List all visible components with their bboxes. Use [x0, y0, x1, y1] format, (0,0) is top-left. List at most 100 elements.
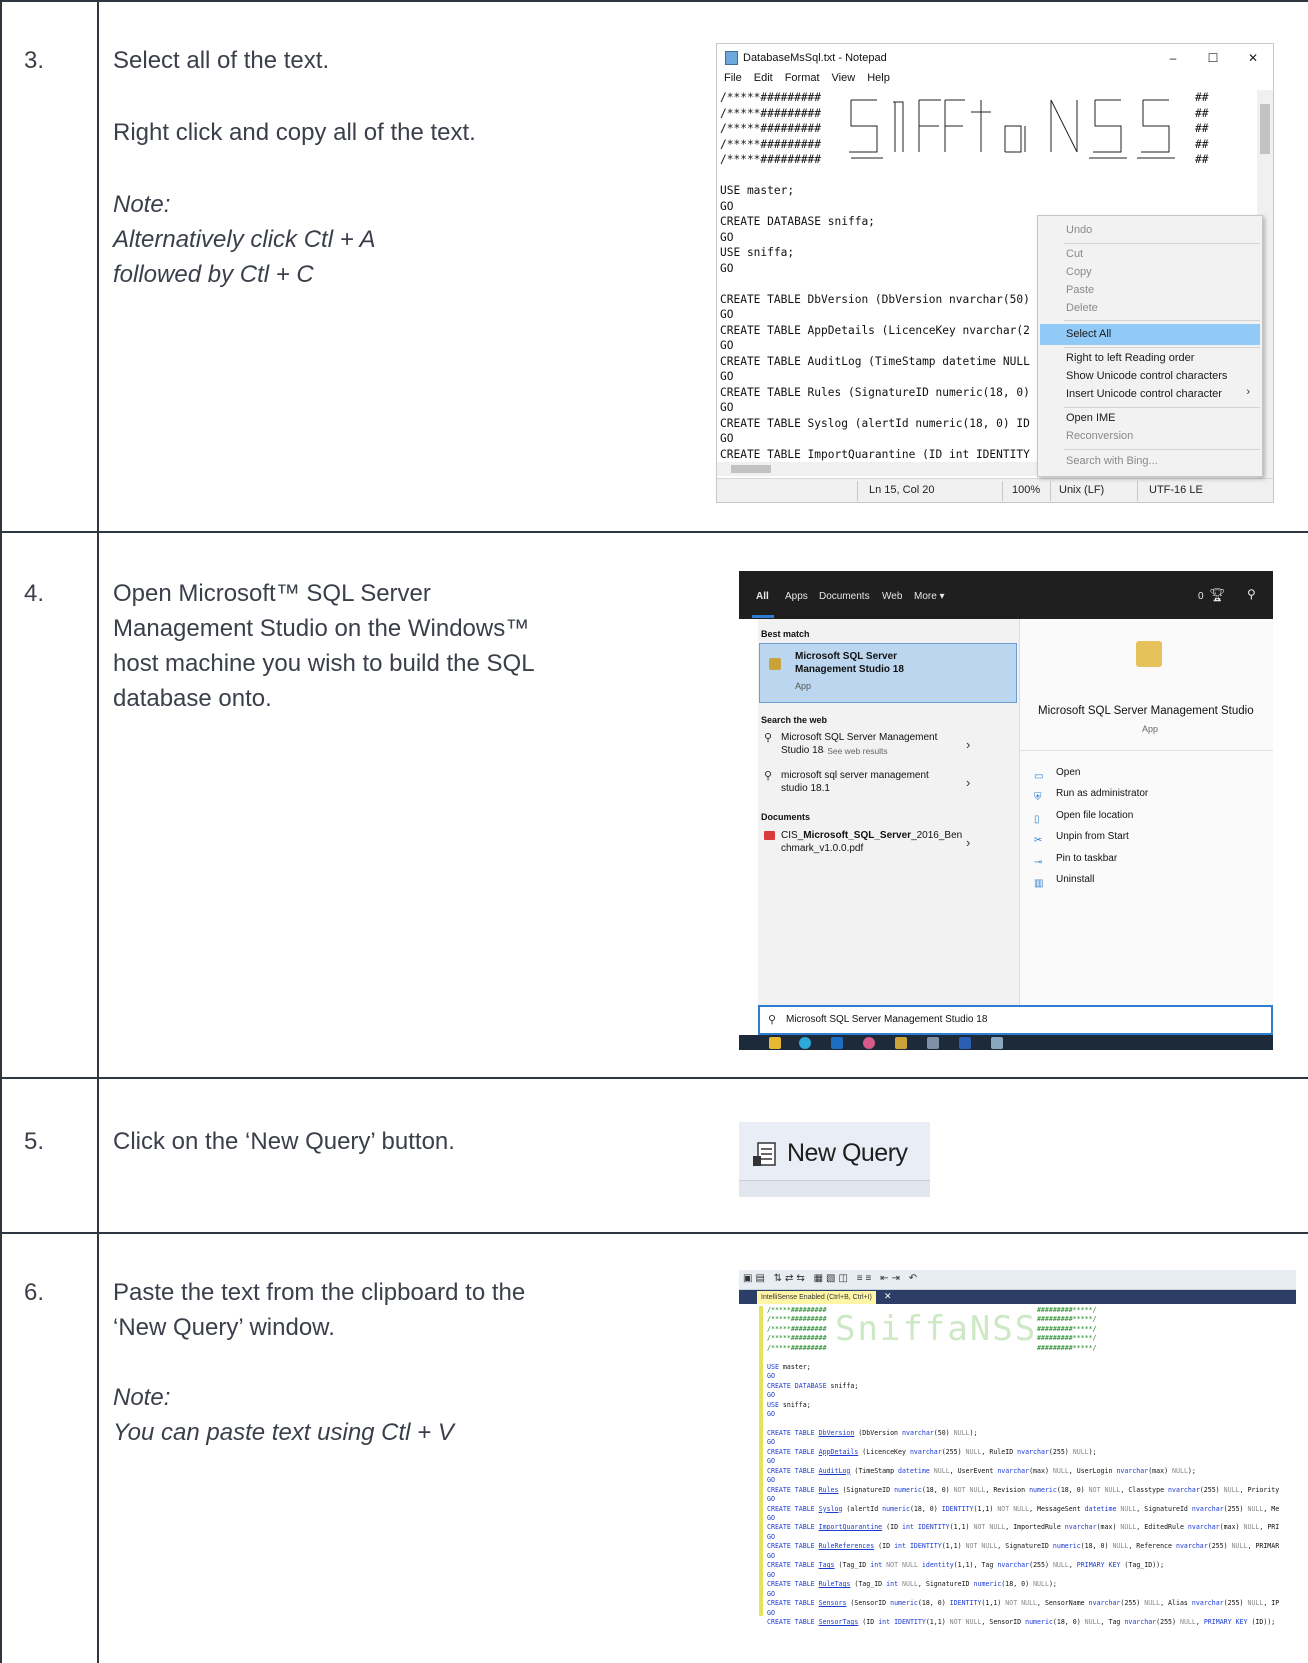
new-query-label: New Query	[787, 1139, 908, 1167]
action-label: Open	[1056, 767, 1081, 778]
context-item-search-bing[interactable]: Search with Bing...	[1066, 455, 1158, 467]
code-line: GO	[767, 1495, 775, 1504]
ascii-art-banner	[849, 99, 1175, 159]
context-item-copy[interactable]: Copy	[1066, 266, 1092, 278]
context-item-undo[interactable]: Undo	[1066, 224, 1092, 236]
best-match-title: Management Studio 18	[795, 664, 904, 675]
context-item-select-all[interactable]: Select All	[1066, 328, 1111, 340]
zoom-level: 100%	[1012, 484, 1041, 496]
trophy-icon[interactable]: 🏆︎	[1209, 587, 1226, 603]
query-editor[interactable]: /*****######### #########*****//*****###…	[767, 1306, 1279, 1627]
search-results-list: Best match Microsoft SQL Server Manageme…	[758, 619, 1019, 1005]
app-icon[interactable]	[895, 1037, 907, 1049]
context-item-insert-unicode[interactable]: Insert Unicode control character	[1066, 388, 1222, 400]
step-line: Open Microsoft™ SQL Server	[113, 580, 431, 607]
search-query: Microsoft SQL Server Management Studio 1…	[786, 1014, 988, 1025]
action-open-file-location[interactable]: ▯ Open file location	[1034, 809, 1133, 827]
context-item-rtl[interactable]: Right to left Reading order	[1066, 352, 1194, 364]
step-description: Paste the text from the clipboard to the…	[113, 1275, 593, 1450]
action-uninstall[interactable]: ▥ Uninstall	[1034, 873, 1094, 891]
app-icon[interactable]	[927, 1037, 939, 1049]
action-unpin-start[interactable]: ✂ Unpin from Start	[1034, 830, 1129, 848]
note-label: Note:	[113, 191, 171, 218]
menu-edit[interactable]: Edit	[754, 72, 773, 89]
new-query-button[interactable]: New Query	[739, 1122, 930, 1197]
edge-icon[interactable]	[799, 1037, 811, 1049]
search-icon: ⚲	[764, 770, 773, 782]
file-explorer-icon[interactable]	[769, 1037, 781, 1049]
encoding: UTF-16 LE	[1149, 484, 1203, 496]
context-item-open-ime[interactable]: Open IME	[1066, 412, 1116, 424]
context-item-cut[interactable]: Cut	[1066, 248, 1083, 260]
code-line: GO	[767, 1391, 775, 1400]
step-description: Open Microsoft™ SQL Server Management St…	[113, 576, 593, 716]
context-item-delete[interactable]: Delete	[1066, 302, 1098, 314]
action-pin-taskbar[interactable]: ⊸ Pin to taskbar	[1034, 852, 1117, 870]
code-line: GO	[767, 1608, 775, 1617]
code-line: CREATE TABLE ImportQuarantine (ID int ID…	[767, 1523, 1280, 1532]
word-icon[interactable]	[959, 1037, 971, 1049]
chevron-right-icon: ›	[966, 775, 971, 790]
line-mark: ##	[1195, 91, 1209, 104]
step-description: Select all of the text. Right click and …	[113, 43, 593, 292]
step-line: Click on the ‘New Query’ button.	[113, 1128, 455, 1155]
code-line: GO	[767, 1513, 775, 1522]
web-result[interactable]: ⚲ microsoft sql server management studio…	[758, 767, 1019, 805]
menu-file[interactable]: File	[724, 72, 742, 89]
tab-more[interactable]: More ▾	[914, 591, 945, 602]
tab-documents[interactable]: Documents	[819, 591, 870, 602]
minimize-icon[interactable]: –	[1153, 44, 1193, 72]
step-line: Paste the text from the clipboard to the	[113, 1279, 526, 1306]
web-result[interactable]: ⚲ Microsoft SQL Server Management Studio…	[758, 729, 1019, 767]
action-label: Unpin from Start	[1056, 831, 1129, 842]
feedback-icon[interactable]: ⚲	[1247, 587, 1256, 601]
pdf-icon	[764, 831, 775, 840]
menu-view[interactable]: View	[832, 72, 856, 89]
outlook-icon[interactable]	[831, 1037, 843, 1049]
tab-web[interactable]: Web	[882, 591, 902, 602]
ssms-query-window: ▣▤ ⇅⇄⇆ ▦▧◫ ≡≡ ⇤⇥ ↶ IntelliSense Enabled …	[739, 1270, 1296, 1632]
taskbar	[739, 1035, 1273, 1050]
app-icon[interactable]	[991, 1037, 1003, 1049]
tab-all[interactable]: All	[756, 591, 769, 602]
step-number: 4.	[24, 580, 45, 607]
code-line: /*****######### #########*****/	[767, 1334, 1097, 1343]
app-icon[interactable]	[863, 1037, 875, 1049]
note-label: Note:	[113, 1384, 171, 1411]
ssms-app-icon	[1136, 641, 1162, 667]
menu-help[interactable]: Help	[867, 72, 890, 89]
close-icon[interactable]: ✕	[884, 1291, 892, 1302]
code-line: CREATE TABLE SensorTags (ID int IDENTITY…	[767, 1617, 1276, 1626]
code-line: CREATE TABLE Sensors (SensorID numeric(1…	[767, 1599, 1280, 1608]
context-item-paste[interactable]: Paste	[1066, 284, 1094, 296]
menu-format[interactable]: Format	[785, 72, 820, 89]
code-line: CREATE TABLE AppDetails (LicenceKey nvar…	[767, 1447, 1097, 1456]
notepad-icon	[725, 51, 738, 65]
app-detail-pane: Microsoft SQL Server Management Studio A…	[1019, 619, 1273, 1005]
web-result-hint: - See web results	[822, 746, 888, 756]
windows-search-panel: All Apps Documents Web More ▾ 0 🏆︎ ⚲ Bes…	[739, 571, 1273, 1050]
web-result-label: Microsoft SQL Server Management	[781, 732, 938, 743]
best-match-header: Best match	[761, 629, 810, 639]
code-line: USE sniffa;	[767, 1400, 811, 1409]
toolbar-icons[interactable]: ▣▤ ⇅⇄⇆ ▦▧◫ ≡≡ ⇤⇥ ↶	[743, 1273, 920, 1284]
step-number: 6.	[24, 1279, 45, 1306]
maximize-icon[interactable]: ☐	[1193, 44, 1233, 72]
best-match-item[interactable]: Microsoft SQL Server Management Studio 1…	[759, 643, 1017, 703]
close-icon[interactable]: ✕	[1233, 44, 1273, 72]
search-input[interactable]: ⚲ Microsoft SQL Server Management Studio…	[758, 1005, 1273, 1035]
action-run-as-admin[interactable]: ⛨ Run as administrator	[1034, 787, 1148, 805]
window-title: DatabaseMsSql.txt - Notepad	[743, 52, 887, 64]
action-open[interactable]: ▭ Open	[1034, 766, 1080, 784]
note-line: You can paste text using Ctl + V	[113, 1419, 454, 1446]
doc-title-prefix: CIS_	[781, 830, 804, 841]
code-line: CREATE TABLE Syslog (alertId numeric(18,…	[767, 1504, 1280, 1513]
search-icon: ⚲	[764, 732, 773, 744]
document-result[interactable]: CIS_Microsoft_SQL_Server_2016_Ben chmark…	[758, 827, 1019, 867]
context-item-show-unicode[interactable]: Show Unicode control characters	[1066, 370, 1227, 382]
action-label: Run as administrator	[1056, 788, 1149, 799]
tab-apps[interactable]: Apps	[785, 591, 808, 602]
new-query-icon	[753, 1142, 776, 1166]
context-item-reconversion[interactable]: Reconversion	[1066, 430, 1133, 442]
web-result-label: studio 18.1	[781, 783, 830, 794]
